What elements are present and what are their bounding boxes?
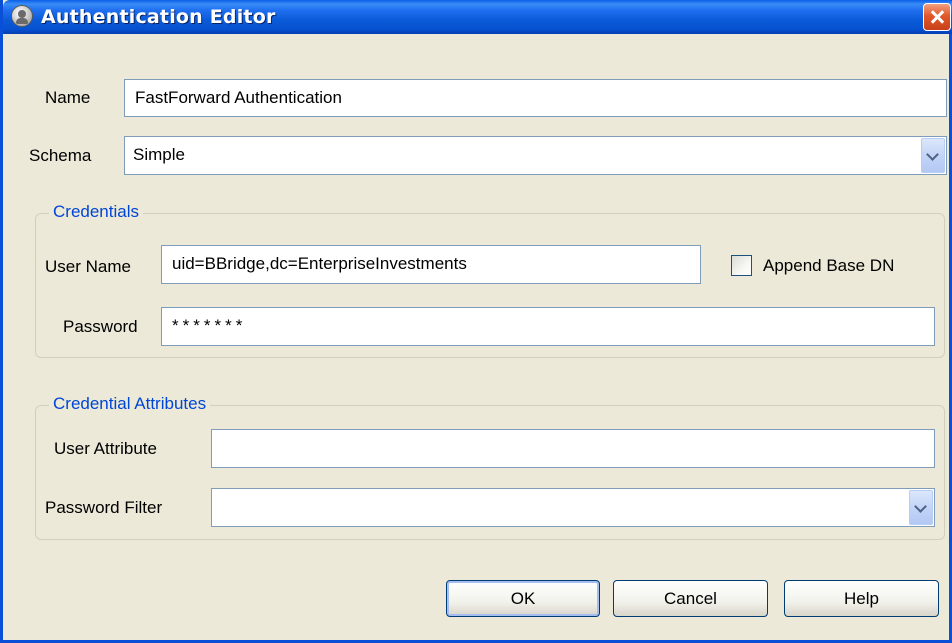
credentials-group-title: Credentials [49, 202, 143, 222]
password-label: Password [63, 317, 138, 336]
title-bar[interactable]: Authentication Editor [3, 0, 952, 34]
schema-selected-value: Simple [133, 145, 185, 164]
help-button[interactable]: Help [784, 580, 939, 617]
chevron-down-icon[interactable] [909, 490, 933, 525]
ok-button[interactable]: OK [446, 580, 600, 617]
chevron-down-icon[interactable] [921, 138, 945, 173]
name-label: Name [45, 88, 91, 107]
window-title: Authentication Editor [41, 6, 276, 28]
schema-label: Schema [29, 146, 92, 165]
credential-attributes-group-title: Credential Attributes [49, 394, 211, 414]
user-attribute-label: User Attribute [54, 439, 157, 458]
cancel-button[interactable]: Cancel [613, 580, 768, 617]
name-field[interactable]: FastForward Authentication [124, 79, 947, 117]
close-button[interactable] [923, 3, 951, 31]
user-name-field[interactable]: uid=BBridge,dc=EnterpriseInvestments [161, 245, 701, 284]
user-attribute-field[interactable] [211, 429, 935, 468]
schema-select[interactable]: Simple [124, 136, 947, 175]
user-name-label: User Name [45, 257, 131, 276]
authentication-editor-window: Authentication Editor Name FastForward A… [0, 0, 952, 643]
password-filter-label: Password Filter [45, 498, 163, 517]
user-icon [11, 5, 33, 27]
append-base-dn-checkbox[interactable] [731, 255, 752, 276]
password-filter-select[interactable] [211, 488, 935, 527]
append-base-dn-label: Append Base DN [763, 256, 895, 275]
password-field[interactable]: ******* [161, 307, 935, 346]
